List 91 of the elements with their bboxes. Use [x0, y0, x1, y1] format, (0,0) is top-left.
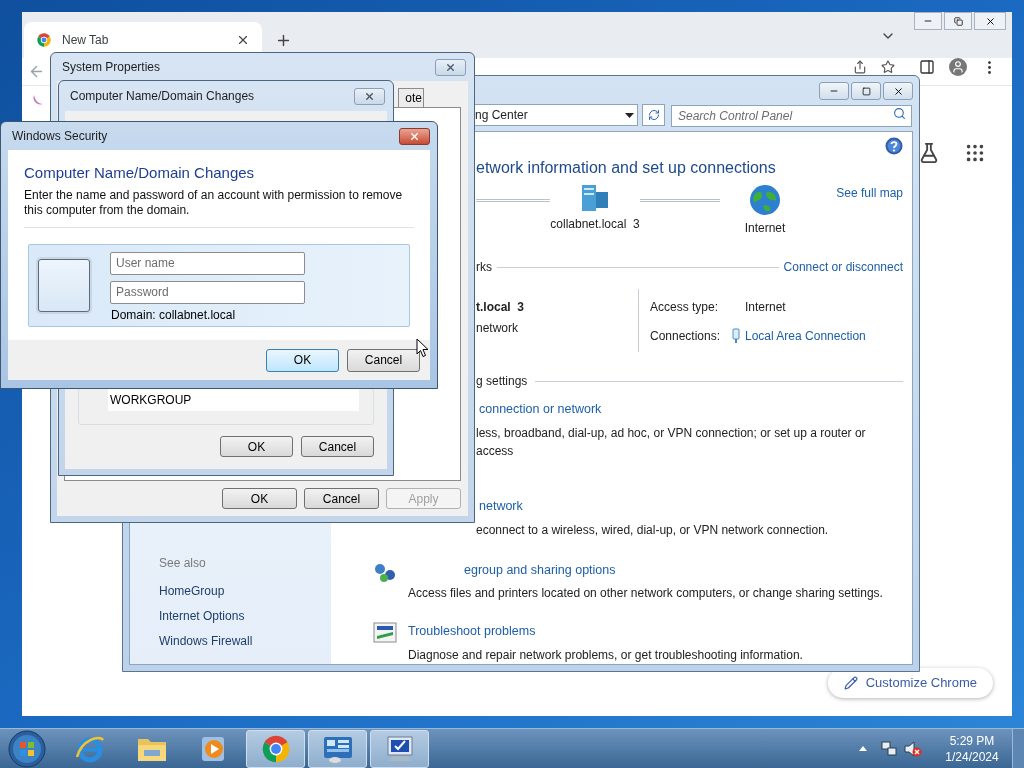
section-heading: g settings [476, 373, 528, 390]
restore-icon [953, 16, 963, 26]
taskbar-button[interactable] [308, 729, 367, 768]
help-icon[interactable] [885, 137, 903, 155]
network-node-label: Internet [744, 220, 786, 237]
dialog-button[interactable]: Cancel [304, 488, 379, 509]
share-icon[interactable] [853, 60, 867, 74]
search-icon[interactable] [893, 107, 906, 121]
flask-icon[interactable] [918, 142, 940, 164]
network-name: t.local 3 [476, 299, 526, 316]
close-button[interactable] [435, 58, 466, 76]
taskbar-button[interactable] [246, 729, 305, 768]
address-text: ng Center [475, 107, 529, 125]
back-arrow-icon[interactable] [28, 63, 45, 80]
maximize-icon [861, 86, 871, 96]
domain-text: Domain: collabnet.local [111, 306, 237, 324]
refresh-icon [647, 109, 660, 122]
chrome-logo-icon [36, 32, 52, 48]
network-node-label: collabnet.local 3 [550, 216, 640, 233]
restore-button[interactable] [944, 12, 972, 30]
apps-grid-icon[interactable] [964, 142, 986, 164]
see-full-map-link[interactable]: See full map [836, 184, 903, 202]
close-button[interactable] [883, 82, 913, 100]
see-also-heading: See also [159, 555, 207, 572]
dialog-message: Enter the name and password of an account with permission to remove this computer from the domain. [24, 187, 404, 218]
dialog-button[interactable]: Cancel [301, 436, 374, 457]
network-plug-icon[interactable] [732, 327, 740, 344]
close-icon [409, 130, 420, 142]
close-icon [984, 15, 996, 27]
task-description: econnect to a wireless, wired, dial-up, or VPN network connection. [476, 521, 829, 539]
muted-speaker-icon[interactable] [904, 740, 922, 757]
close-icon [364, 90, 375, 102]
task-link[interactable]: Troubleshoot problems [408, 622, 803, 641]
task-link[interactable]: egroup and sharing options [464, 560, 883, 580]
dialog-button[interactable]: OK [266, 348, 339, 372]
search-field[interactable]: Search Control Panel [671, 105, 912, 128]
task-description: Diagnose and repair network problems, or get troubleshooting information. [408, 647, 803, 664]
connect-link[interactable]: Connect or disconnect [783, 258, 903, 276]
task-link[interactable]: network [479, 496, 829, 516]
minimize-button[interactable] [914, 12, 942, 30]
see-also-link[interactable]: Internet Options [159, 607, 331, 625]
task-description: Access files and printers located on other network computers, or change sharing settings. [408, 585, 883, 603]
close-button[interactable] [399, 127, 430, 145]
network-type: network [476, 320, 520, 337]
connection-link[interactable]: Local Area Connection [745, 326, 866, 345]
clock-time[interactable]: 5:29 PM [949, 732, 995, 749]
start-button[interactable] [8, 729, 46, 768]
star-icon[interactable] [881, 60, 895, 74]
connections-label: Connections: [650, 327, 721, 345]
password-field[interactable]: Password [110, 280, 305, 304]
side-panel-icon[interactable] [919, 59, 935, 75]
pencil-icon [843, 676, 858, 690]
customize-button[interactable]: Customize Chrome [827, 668, 993, 698]
close-icon [892, 85, 904, 97]
close-button[interactable] [354, 87, 385, 105]
close-tab-icon[interactable] [236, 33, 250, 47]
refresh-button[interactable] [642, 104, 665, 127]
access-type-label: Access type: [650, 299, 720, 316]
task-description: less, broadband, dial-up, ad hoc, or VPN connection; or set up a router or access [476, 424, 867, 460]
credential-tile[interactable]: User name Password Domain: collabnet.local [28, 243, 410, 327]
close-icon [445, 61, 456, 73]
globe-icon[interactable] [749, 184, 781, 216]
dialog-heading: Computer Name/Domain Changes [24, 163, 256, 183]
window-title: Computer Name/Domain Changes [70, 88, 256, 105]
dialog-button[interactable]: OK [222, 488, 297, 509]
page-heading: etwork information and set up connections [476, 158, 776, 178]
task-link[interactable]: connection or network [479, 400, 903, 419]
tab-title: New Tab [62, 32, 110, 49]
taskbar-button[interactable] [370, 729, 429, 768]
new-tab-icon[interactable] [275, 32, 292, 49]
network-icon[interactable] [881, 740, 897, 757]
minimize-button[interactable] [819, 82, 849, 100]
close-button[interactable] [974, 12, 1006, 30]
shortcut-icon[interactable] [32, 94, 44, 106]
dialog-button[interactable]: OK [220, 436, 293, 457]
window-title: System Properties [62, 59, 162, 76]
workgroup-field[interactable]: WORKGROUP [108, 389, 359, 411]
access-type-value: Internet [744, 299, 787, 316]
tab[interactable]: ote [398, 88, 424, 107]
maximize-button[interactable] [851, 82, 881, 100]
dialog-button[interactable]: Cancel [347, 348, 420, 372]
dropdown-icon[interactable] [625, 112, 634, 118]
username-field[interactable]: User name [110, 251, 305, 275]
section-heading: rks [476, 259, 492, 276]
see-also-link[interactable]: HomeGroup [159, 582, 331, 600]
window-title: Windows Security [12, 128, 109, 145]
see-also-link[interactable]: Windows Firewall [159, 632, 331, 650]
troubleshoot-icon [373, 622, 397, 645]
clock-date[interactable]: 1/24/2024 [945, 748, 999, 765]
profile-icon[interactable] [949, 58, 967, 76]
show-hidden-icons[interactable] [859, 746, 867, 751]
